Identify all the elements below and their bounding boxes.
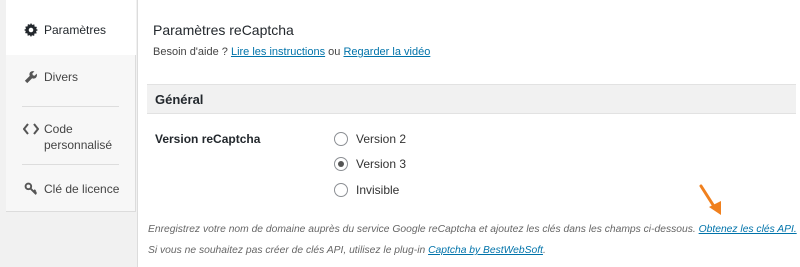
sidebar-divider xyxy=(22,164,119,165)
get-api-keys-link[interactable]: Obtenez les clés API. xyxy=(699,224,797,235)
sidebar-item-label: Paramètres xyxy=(44,23,107,37)
note-text: Si vous ne souhaitez pas créer de clés A… xyxy=(148,245,426,256)
instructions-link[interactable]: Lire les instructions xyxy=(231,46,325,58)
video-link[interactable]: Regarder la vidéo xyxy=(343,46,430,58)
settings-sidebar: Paramètres Divers Code personnalisé Clé … xyxy=(0,0,138,267)
note-end: . xyxy=(542,245,546,256)
wrench-icon xyxy=(22,69,40,85)
radio-label: Version 2 xyxy=(356,132,407,146)
radio-circle-selected[interactable] xyxy=(334,157,348,171)
sidebar-item-label: Code personnalisé xyxy=(44,122,113,152)
note-text: Enregistrez votre nom de domaine auprès … xyxy=(148,224,696,235)
plugin-note: Si vous ne souhaitez pas créer de clés A… xyxy=(148,245,546,256)
help-line: Besoin d'aide ? Lire les instructions ou… xyxy=(153,46,430,58)
section-header: Général xyxy=(147,84,796,114)
recaptcha-version-label: Version reCaptcha xyxy=(155,132,261,146)
page-title: Paramètres reCaptcha xyxy=(153,22,294,38)
sidebar-item-divers[interactable]: Divers xyxy=(6,69,136,85)
settings-main-panel: Paramètres reCaptcha Besoin d'aide ? Lir… xyxy=(137,0,800,267)
key-icon xyxy=(22,181,40,197)
radio-label: Invisible xyxy=(356,183,400,197)
help-prefix: Besoin d'aide ? xyxy=(153,46,228,58)
sidebar-item-code[interactable]: Code personnalisé xyxy=(6,121,136,153)
sidebar-item-label: Divers xyxy=(44,70,79,84)
gear-icon xyxy=(22,22,40,38)
code-icon xyxy=(22,121,40,137)
section-title: Général xyxy=(155,92,204,107)
sidebar-divider xyxy=(22,106,119,107)
sidebar-item-licence[interactable]: Clé de licence xyxy=(6,181,136,197)
radio-circle[interactable] xyxy=(334,183,348,197)
sidebar-item-label: Clé de licence xyxy=(44,182,120,196)
sidebar-item-parametres[interactable]: Paramètres xyxy=(6,0,136,55)
radio-version-3[interactable]: Version 3 xyxy=(334,157,406,171)
radio-dot xyxy=(338,161,344,167)
radio-version-2[interactable]: Version 2 xyxy=(334,132,406,146)
radio-invisible[interactable]: Invisible xyxy=(334,183,399,197)
captcha-plugin-link[interactable]: Captcha by BestWebSoft xyxy=(428,245,543,256)
arrow-annotation-icon xyxy=(699,184,721,215)
api-keys-note: Enregistrez votre nom de domaine auprès … xyxy=(148,224,797,235)
help-or: ou xyxy=(328,46,341,58)
radio-label: Version 3 xyxy=(356,157,407,171)
radio-circle[interactable] xyxy=(334,132,348,146)
